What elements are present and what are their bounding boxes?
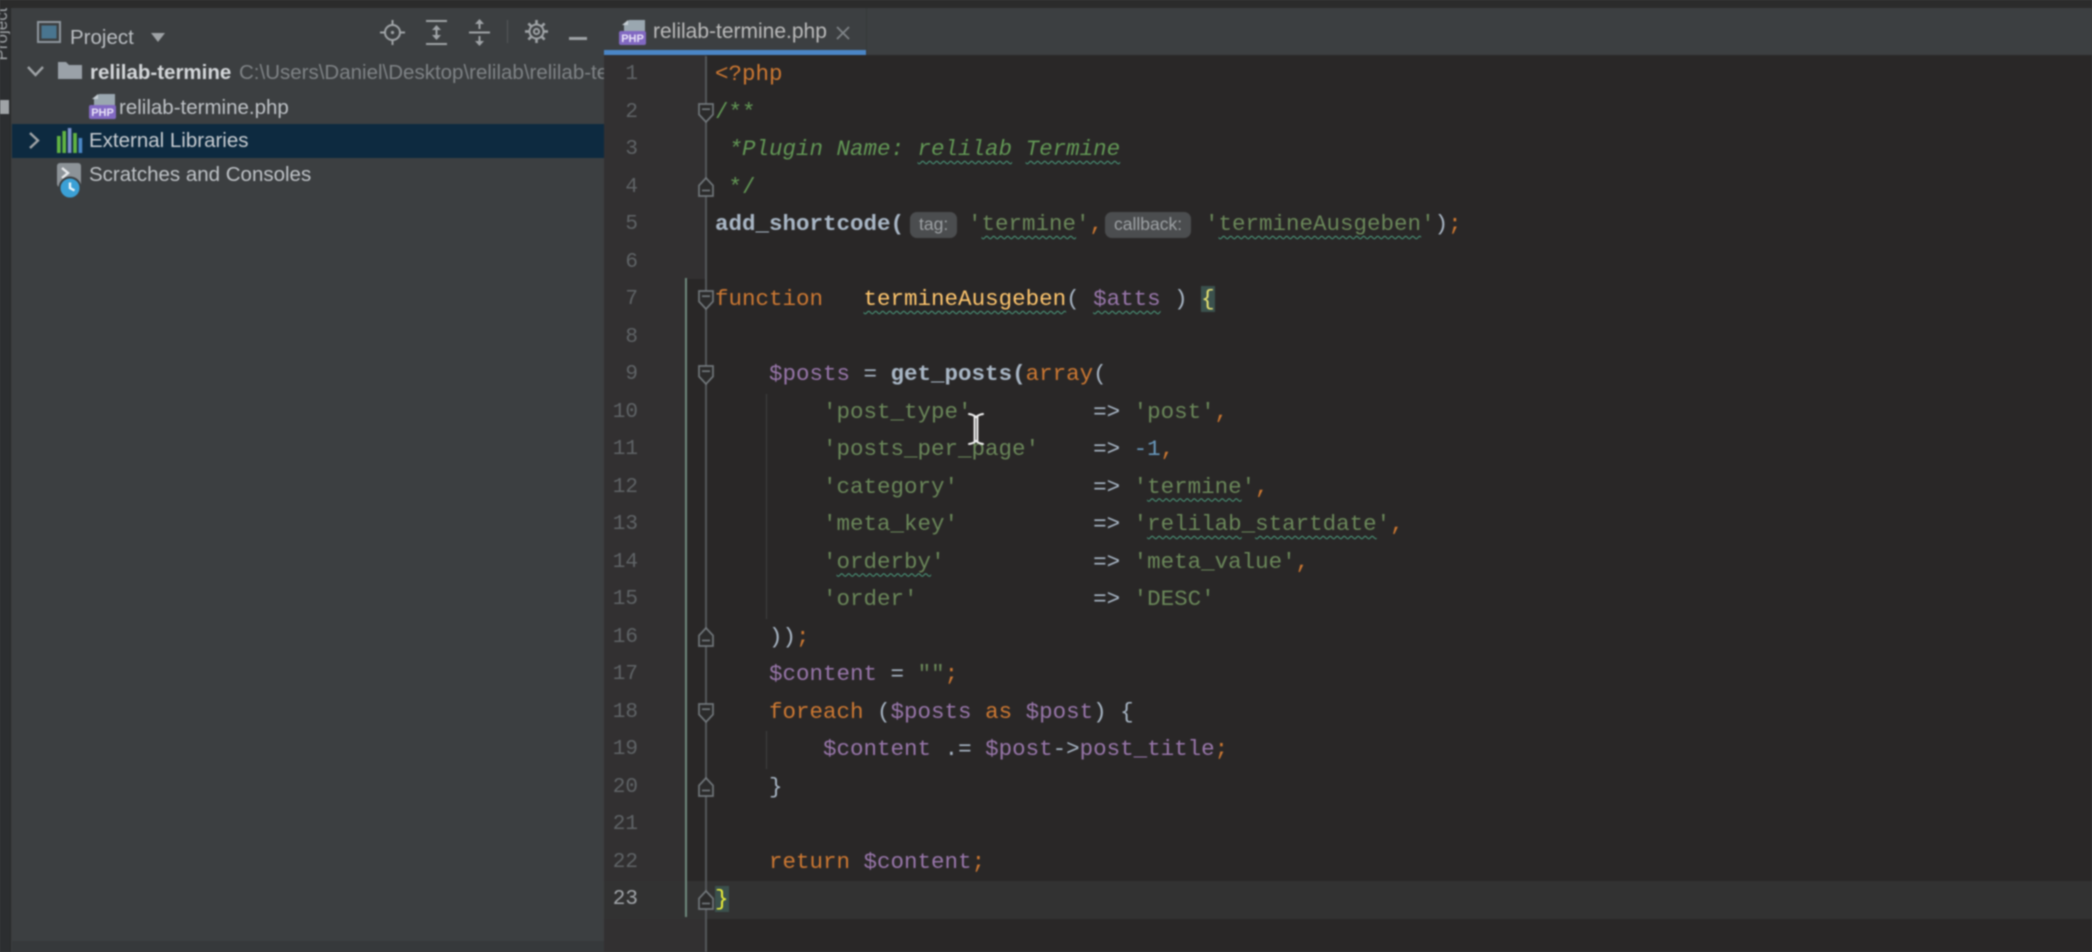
svg-text:PHP: PHP [621,33,644,45]
svg-text:PHP: PHP [91,107,114,119]
